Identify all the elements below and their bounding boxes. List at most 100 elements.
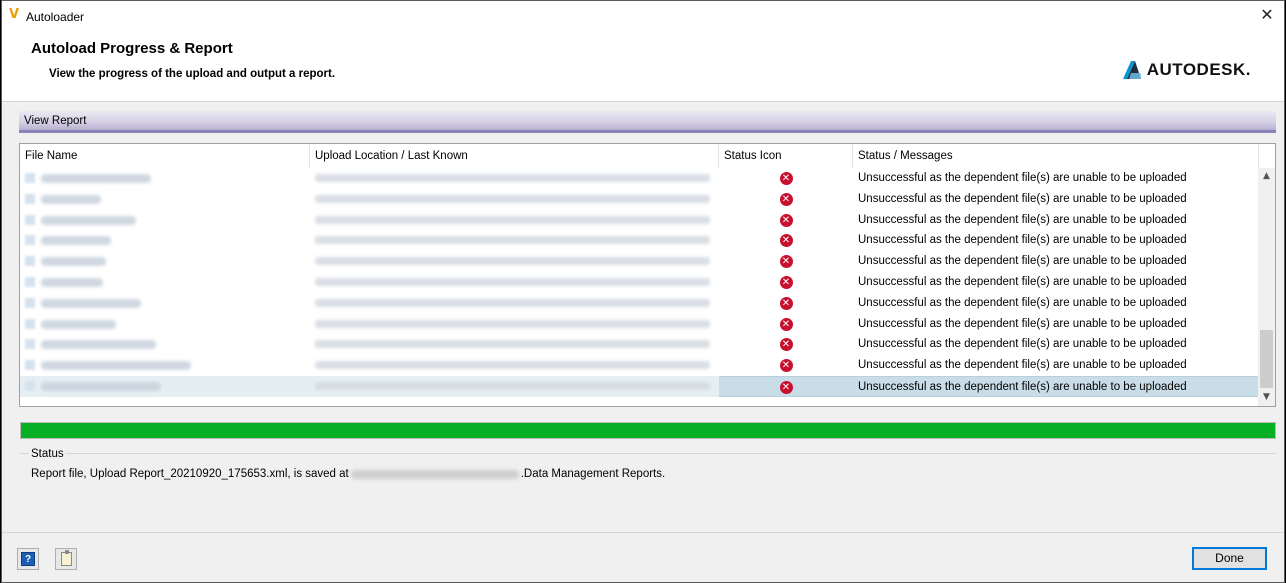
autoloader-app-icon: V	[9, 7, 20, 22]
table-row[interactable]: ✕ Unsuccessful as the dependent file(s) a…	[20, 230, 1259, 251]
clipboard-icon	[60, 550, 72, 566]
file-name-cell	[20, 293, 310, 314]
file-icon	[25, 276, 35, 287]
status-icon-cell: ✕	[719, 168, 853, 189]
column-header-upload-location[interactable]: Upload Location / Last Known	[310, 144, 719, 168]
vertical-scrollbar[interactable]: ▲ ▼	[1258, 168, 1275, 406]
redacted-upload-path	[315, 174, 710, 182]
status-icon-cell: ✕	[719, 375, 853, 397]
table-row[interactable]: ✕ Unsuccessful as the dependent file(s) a…	[20, 375, 1259, 397]
close-button[interactable]: ✕	[1256, 5, 1278, 25]
file-icon	[25, 360, 35, 371]
status-icon-cell: ✕	[719, 293, 853, 314]
upload-location-cell	[310, 293, 719, 314]
dialog-header: Autoload Progress & Report View the prog…	[2, 29, 1284, 101]
redacted-file-name	[41, 215, 136, 225]
status-message-cell: Unsuccessful as the dependent file(s) ar…	[858, 338, 1187, 351]
file-name-cell	[20, 355, 310, 376]
redacted-file-name	[41, 194, 101, 204]
table-row[interactable]: ✕ Unsuccessful as the dependent file(s) a…	[20, 168, 1259, 189]
table-row[interactable]: ✕ Unsuccessful as the dependent file(s) a…	[20, 334, 1259, 355]
footer-divider	[2, 532, 1284, 533]
redacted-file-name	[41, 236, 111, 246]
table-row[interactable]: ✕ Unsuccessful as the dependent file(s) a…	[20, 189, 1259, 210]
header-divider	[2, 101, 1284, 102]
status-icon-cell: ✕	[719, 355, 853, 376]
table-row[interactable]: ✕ Unsuccessful as the dependent file(s) a…	[20, 314, 1259, 335]
column-header-status-icon[interactable]: Status Icon	[719, 144, 853, 168]
table-header: File Name Upload Location / Last Known S…	[20, 144, 1259, 168]
scroll-up-icon[interactable]: ▲	[1258, 168, 1275, 185]
upload-location-cell	[310, 251, 719, 272]
upload-location-cell	[310, 314, 719, 335]
upload-location-cell	[310, 272, 719, 293]
report-table[interactable]: File Name Upload Location / Last Known S…	[19, 143, 1276, 407]
table-body: ✕ Unsuccessful as the dependent file(s) a…	[20, 168, 1259, 397]
upload-location-cell	[310, 230, 719, 251]
file-name-cell	[20, 251, 310, 272]
status-message-cell: Unsuccessful as the dependent file(s) ar…	[858, 192, 1187, 205]
status-text-before: Report file, Upload Report_20210920_1756…	[31, 468, 349, 480]
file-icon	[25, 339, 35, 350]
redacted-upload-path	[315, 257, 710, 266]
redacted-file-name	[41, 298, 141, 308]
column-header-status-messages[interactable]: Status / Messages	[853, 144, 1259, 168]
table-row[interactable]: ✕ Unsuccessful as the dependent file(s) a…	[20, 272, 1259, 293]
file-icon	[25, 297, 35, 308]
redacted-path	[350, 469, 519, 479]
redacted-upload-path	[315, 298, 710, 307]
file-icon	[25, 214, 35, 225]
error-icon: ✕	[779, 317, 793, 331]
autodesk-wordmark: AUTODESK.	[1146, 60, 1251, 79]
status-message-cell: Unsuccessful as the dependent file(s) ar…	[858, 275, 1187, 288]
upload-location-cell	[310, 334, 719, 355]
table-row[interactable]: ✕ Unsuccessful as the dependent file(s) a…	[20, 210, 1259, 231]
file-icon	[25, 380, 35, 391]
table-row[interactable]: ✕ Unsuccessful as the dependent file(s) a…	[20, 293, 1259, 314]
file-icon	[25, 235, 35, 246]
status-icon-cell: ✕	[719, 251, 853, 272]
done-button[interactable]: Done	[1192, 547, 1267, 570]
autodesk-a-icon	[1122, 61, 1141, 79]
redacted-file-name	[41, 277, 103, 287]
file-name-cell	[20, 189, 310, 210]
error-icon: ✕	[779, 172, 793, 185]
file-name-cell	[20, 314, 310, 335]
file-name-cell	[20, 168, 310, 189]
error-icon: ✕	[779, 234, 793, 248]
redacted-file-name	[41, 361, 191, 371]
status-message-cell: Unsuccessful as the dependent file(s) ar…	[858, 213, 1187, 226]
redacted-file-name	[41, 340, 156, 350]
table-row[interactable]: ✕ Unsuccessful as the dependent file(s) a…	[20, 251, 1259, 272]
error-icon: ✕	[779, 380, 793, 394]
help-button[interactable]: ?	[17, 548, 39, 570]
redacted-upload-path	[315, 277, 710, 286]
error-icon: ✕	[779, 359, 793, 373]
file-icon	[25, 173, 35, 183]
status-message-cell: Unsuccessful as the dependent file(s) ar…	[858, 296, 1187, 309]
page-title: Autoload Progress & Report	[31, 40, 233, 57]
file-name-cell	[20, 375, 310, 397]
help-icon: ?	[21, 552, 35, 566]
error-icon: ✕	[779, 213, 793, 227]
file-name-cell	[20, 334, 310, 355]
upload-location-cell	[310, 355, 719, 376]
column-header-file-name[interactable]: File Name	[20, 144, 310, 168]
autodesk-logo: AUTODESK.	[1121, 59, 1251, 81]
redacted-upload-path	[315, 361, 710, 370]
status-message: Report file, Upload Report_20210920_1756…	[31, 468, 665, 480]
clipboard-button[interactable]	[55, 548, 77, 570]
file-name-cell	[20, 272, 310, 293]
redacted-upload-path	[315, 340, 710, 349]
file-name-cell	[20, 210, 310, 231]
table-row[interactable]: ✕ Unsuccessful as the dependent file(s) a…	[20, 355, 1259, 376]
status-text-after: .Data Management Reports.	[520, 468, 666, 480]
redacted-file-name	[41, 319, 116, 329]
scroll-thumb[interactable]	[1260, 330, 1273, 388]
status-icon-cell: ✕	[719, 314, 853, 335]
redacted-file-name	[41, 381, 161, 391]
scroll-down-icon[interactable]: ▼	[1258, 389, 1275, 406]
status-message-cell: Unsuccessful as the dependent file(s) ar…	[858, 317, 1187, 330]
status-group: Status Report file, Upload Report_202109…	[20, 448, 1276, 521]
redacted-file-name	[41, 174, 151, 183]
